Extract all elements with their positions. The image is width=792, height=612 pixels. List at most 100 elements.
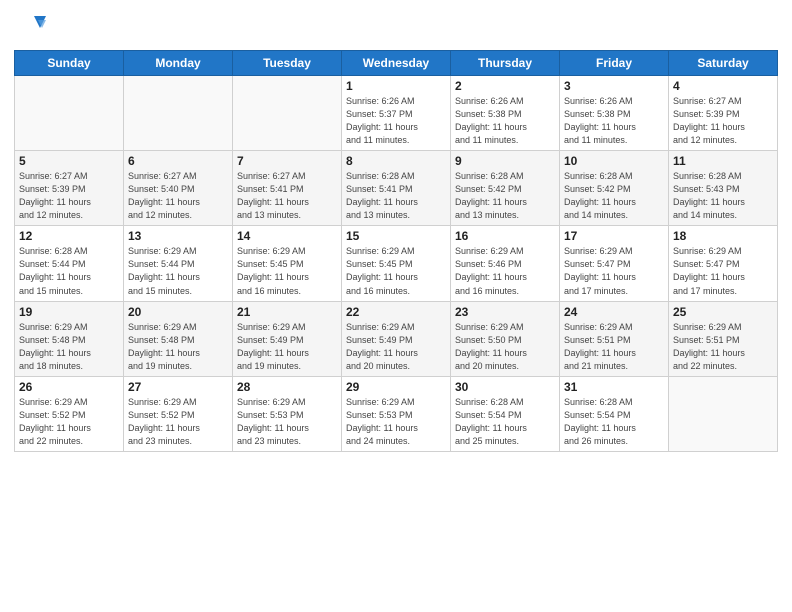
day-info: Sunrise: 6:28 AMSunset: 5:54 PMDaylight:… [455,396,555,448]
day-number: 23 [455,305,555,319]
calendar-week-row: 12 Sunrise: 6:28 AMSunset: 5:44 PMDayligh… [15,226,778,301]
weekday-header-wednesday: Wednesday [342,51,451,76]
calendar-cell [669,376,778,451]
day-info: Sunrise: 6:29 AMSunset: 5:46 PMDaylight:… [455,245,555,297]
calendar-cell: 24 Sunrise: 6:29 AMSunset: 5:51 PMDayligh… [560,301,669,376]
calendar-cell: 25 Sunrise: 6:29 AMSunset: 5:51 PMDayligh… [669,301,778,376]
day-info: Sunrise: 6:29 AMSunset: 5:49 PMDaylight:… [346,321,446,373]
day-info: Sunrise: 6:29 AMSunset: 5:45 PMDaylight:… [346,245,446,297]
calendar-cell [15,76,124,151]
calendar-cell [233,76,342,151]
day-number: 30 [455,380,555,394]
weekday-header-sunday: Sunday [15,51,124,76]
calendar-cell: 20 Sunrise: 6:29 AMSunset: 5:48 PMDayligh… [124,301,233,376]
weekday-header-saturday: Saturday [669,51,778,76]
calendar-cell: 12 Sunrise: 6:28 AMSunset: 5:44 PMDayligh… [15,226,124,301]
calendar-cell: 10 Sunrise: 6:28 AMSunset: 5:42 PMDayligh… [560,151,669,226]
day-number: 12 [19,229,119,243]
day-number: 29 [346,380,446,394]
calendar-cell: 2 Sunrise: 6:26 AMSunset: 5:38 PMDaylight… [451,76,560,151]
day-info: Sunrise: 6:26 AMSunset: 5:38 PMDaylight:… [564,95,664,147]
day-info: Sunrise: 6:28 AMSunset: 5:44 PMDaylight:… [19,245,119,297]
day-info: Sunrise: 6:28 AMSunset: 5:41 PMDaylight:… [346,170,446,222]
day-info: Sunrise: 6:29 AMSunset: 5:53 PMDaylight:… [237,396,337,448]
day-number: 10 [564,154,664,168]
day-number: 4 [673,79,773,93]
page: SundayMondayTuesdayWednesdayThursdayFrid… [0,0,792,612]
calendar-cell: 29 Sunrise: 6:29 AMSunset: 5:53 PMDayligh… [342,376,451,451]
day-info: Sunrise: 6:29 AMSunset: 5:51 PMDaylight:… [564,321,664,373]
weekday-header-thursday: Thursday [451,51,560,76]
calendar-cell: 21 Sunrise: 6:29 AMSunset: 5:49 PMDayligh… [233,301,342,376]
calendar-cell: 31 Sunrise: 6:28 AMSunset: 5:54 PMDayligh… [560,376,669,451]
day-info: Sunrise: 6:27 AMSunset: 5:40 PMDaylight:… [128,170,228,222]
day-info: Sunrise: 6:29 AMSunset: 5:47 PMDaylight:… [564,245,664,297]
day-info: Sunrise: 6:26 AMSunset: 5:37 PMDaylight:… [346,95,446,147]
day-info: Sunrise: 6:27 AMSunset: 5:41 PMDaylight:… [237,170,337,222]
day-number: 31 [564,380,664,394]
calendar-cell: 14Sunrise: 6:29 AMSunset: 5:45 PMDayligh… [233,226,342,301]
calendar-cell: 3Sunrise: 6:26 AMSunset: 5:38 PMDaylight… [560,76,669,151]
day-number: 8 [346,154,446,168]
calendar-cell: 18 Sunrise: 6:29 AMSunset: 5:47 PMDayligh… [669,226,778,301]
calendar-cell: 28 Sunrise: 6:29 AMSunset: 5:53 PMDayligh… [233,376,342,451]
calendar-cell: 19 Sunrise: 6:29 AMSunset: 5:48 PMDayligh… [15,301,124,376]
weekday-header-friday: Friday [560,51,669,76]
day-number: 21 [237,305,337,319]
day-number: 24 [564,305,664,319]
day-info: Sunrise: 6:29 AMSunset: 5:45 PMDaylight:… [237,245,337,297]
calendar-week-row: 26Sunrise: 6:29 AMSunset: 5:52 PMDayligh… [15,376,778,451]
day-info: Sunrise: 6:29 AMSunset: 5:53 PMDaylight:… [346,396,446,448]
calendar-cell: 27 Sunrise: 6:29 AMSunset: 5:52 PMDayligh… [124,376,233,451]
day-info: Sunrise: 6:26 AMSunset: 5:38 PMDaylight:… [455,95,555,147]
logo [14,10,50,42]
day-number: 9 [455,154,555,168]
day-number: 2 [455,79,555,93]
day-number: 13 [128,229,228,243]
day-number: 25 [673,305,773,319]
calendar-week-row: 5 Sunrise: 6:27 AMSunset: 5:39 PMDaylight… [15,151,778,226]
day-number: 28 [237,380,337,394]
day-number: 22 [346,305,446,319]
day-number: 18 [673,229,773,243]
calendar-cell: 17Sunrise: 6:29 AMSunset: 5:47 PMDayligh… [560,226,669,301]
header [14,10,778,42]
day-number: 20 [128,305,228,319]
day-info: Sunrise: 6:27 AMSunset: 5:39 PMDaylight:… [673,95,773,147]
day-info: Sunrise: 6:29 AMSunset: 5:52 PMDaylight:… [128,396,228,448]
day-info: Sunrise: 6:29 AMSunset: 5:48 PMDaylight:… [19,321,119,373]
day-number: 15 [346,229,446,243]
day-info: Sunrise: 6:28 AMSunset: 5:54 PMDaylight:… [564,396,664,448]
day-number: 27 [128,380,228,394]
day-info: Sunrise: 6:28 AMSunset: 5:43 PMDaylight:… [673,170,773,222]
day-number: 6 [128,154,228,168]
day-number: 16 [455,229,555,243]
calendar-cell: 26Sunrise: 6:29 AMSunset: 5:52 PMDayligh… [15,376,124,451]
calendar-cell: 4 Sunrise: 6:27 AMSunset: 5:39 PMDaylight… [669,76,778,151]
calendar-cell: 23Sunrise: 6:29 AMSunset: 5:50 PMDayligh… [451,301,560,376]
day-number: 1 [346,79,446,93]
day-info: Sunrise: 6:27 AMSunset: 5:39 PMDaylight:… [19,170,119,222]
calendar-cell: 9 Sunrise: 6:28 AMSunset: 5:42 PMDaylight… [451,151,560,226]
day-number: 7 [237,154,337,168]
calendar-cell: 16 Sunrise: 6:29 AMSunset: 5:46 PMDayligh… [451,226,560,301]
day-info: Sunrise: 6:29 AMSunset: 5:49 PMDaylight:… [237,321,337,373]
day-info: Sunrise: 6:28 AMSunset: 5:42 PMDaylight:… [455,170,555,222]
calendar-week-row: 19 Sunrise: 6:29 AMSunset: 5:48 PMDayligh… [15,301,778,376]
day-number: 19 [19,305,119,319]
weekday-header-row: SundayMondayTuesdayWednesdayThursdayFrid… [15,51,778,76]
calendar-cell [124,76,233,151]
calendar-cell: 7 Sunrise: 6:27 AMSunset: 5:41 PMDaylight… [233,151,342,226]
day-info: Sunrise: 6:29 AMSunset: 5:44 PMDaylight:… [128,245,228,297]
weekday-header-tuesday: Tuesday [233,51,342,76]
day-info: Sunrise: 6:29 AMSunset: 5:51 PMDaylight:… [673,321,773,373]
day-number: 5 [19,154,119,168]
day-info: Sunrise: 6:29 AMSunset: 5:48 PMDaylight:… [128,321,228,373]
calendar-cell: 8 Sunrise: 6:28 AMSunset: 5:41 PMDaylight… [342,151,451,226]
day-info: Sunrise: 6:29 AMSunset: 5:47 PMDaylight:… [673,245,773,297]
calendar-cell: 13 Sunrise: 6:29 AMSunset: 5:44 PMDayligh… [124,226,233,301]
weekday-header-monday: Monday [124,51,233,76]
calendar-cell: 11Sunrise: 6:28 AMSunset: 5:43 PMDayligh… [669,151,778,226]
day-info: Sunrise: 6:28 AMSunset: 5:42 PMDaylight:… [564,170,664,222]
calendar-cell: 22 Sunrise: 6:29 AMSunset: 5:49 PMDayligh… [342,301,451,376]
